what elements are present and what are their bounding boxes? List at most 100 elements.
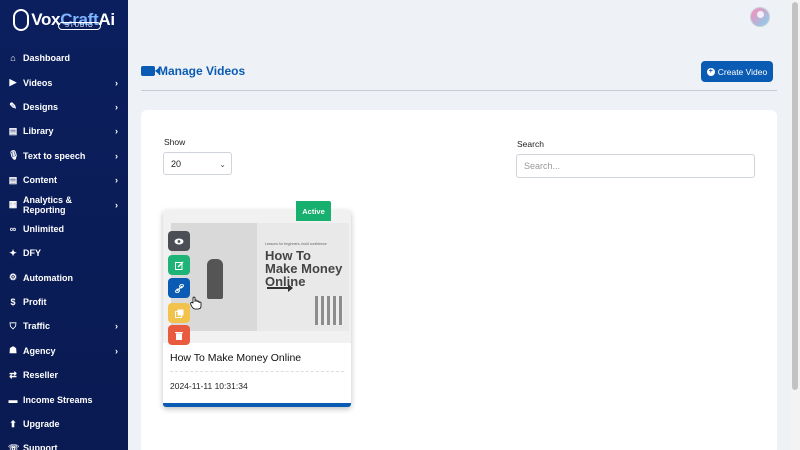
- sidebar-item-icon: ▶: [9, 77, 17, 88]
- sidebar-item-icon: 🎙: [8, 150, 20, 161]
- chevron-right-icon: ›: [115, 345, 118, 356]
- sidebar-item-icon: ⚙: [8, 272, 18, 283]
- sidebar-item-dashboard[interactable]: ⌂ Dashboard: [0, 46, 128, 70]
- sidebar-item-icon: ⌂: [10, 53, 16, 64]
- sidebar-item-content[interactable]: ▤ Content ›: [0, 168, 128, 192]
- link-button[interactable]: [168, 278, 190, 298]
- video-title[interactable]: How To Make Money Online: [170, 352, 301, 364]
- sidebar-item-upgrade[interactable]: ⬆ Upgrade: [0, 412, 128, 436]
- sidebar-item-automation[interactable]: ⚙ Automation: [0, 266, 128, 290]
- page-scrollbar[interactable]: [790, 0, 800, 450]
- chevron-right-icon: ›: [115, 126, 118, 137]
- card-separator: [170, 371, 344, 372]
- sidebar-item-label: Profit: [23, 297, 47, 308]
- sidebar-item-icon: ⛉: [9, 320, 17, 331]
- sidebar-item-text-to-speech[interactable]: 🎙 Text to speech ›: [0, 144, 128, 168]
- sidebar-item-label: Unlimited: [23, 223, 65, 234]
- edit-icon: [174, 261, 183, 270]
- sidebar-item-traffic[interactable]: ⛉ Traffic ›: [0, 314, 128, 338]
- sidebar-item-icon: ▤: [8, 174, 18, 185]
- sidebar-item-videos[interactable]: ▶ Videos ›: [0, 70, 128, 94]
- chevron-right-icon: ›: [115, 199, 118, 210]
- sidebar-item-label: Automation: [23, 272, 73, 283]
- sidebar-item-label: Agency: [23, 345, 56, 356]
- sidebar-item-icon: $: [10, 297, 16, 308]
- sidebar-item-agency[interactable]: ☗ Agency ›: [0, 339, 128, 363]
- search-label: Search: [517, 139, 544, 149]
- sidebar-item-label: Upgrade: [23, 419, 60, 430]
- chevron-right-icon: ›: [115, 150, 118, 161]
- create-video-button[interactable]: + Create Video: [701, 61, 773, 82]
- header-divider: [141, 90, 777, 91]
- sidebar-item-dfy[interactable]: ✦ DFY: [0, 241, 128, 265]
- sidebar-item-icon: ▬: [8, 394, 18, 405]
- arrow-right-icon: [267, 284, 293, 292]
- sidebar-item-label: Videos: [23, 77, 53, 88]
- sidebar-item-icon: ∞: [9, 223, 17, 234]
- copy-icon: [174, 309, 183, 318]
- qr-code-icon: [315, 296, 344, 325]
- main-content: Manage Videos + Create Video Show 20 ⌄ S…: [128, 0, 790, 450]
- search-placeholder: Search...: [524, 161, 561, 171]
- chevron-right-icon: ›: [115, 175, 118, 186]
- chevron-down-icon: ⌄: [219, 160, 226, 169]
- search-input[interactable]: Search...: [516, 154, 755, 178]
- video-date: 2024-11-11 10:31:34: [170, 381, 248, 391]
- edit-button[interactable]: [168, 255, 190, 275]
- create-video-label: Create Video: [717, 66, 768, 77]
- sidebar-item-label: Support: [23, 443, 58, 450]
- video-camera-icon: [141, 66, 160, 76]
- show-label: Show: [164, 137, 186, 147]
- user-avatar[interactable]: [750, 7, 770, 27]
- show-entries-value: 20: [171, 158, 182, 169]
- sidebar-item-label: Designs: [23, 101, 59, 112]
- mic-icon: [13, 9, 30, 31]
- chevron-right-icon: ›: [115, 77, 118, 88]
- logo[interactable]: VoxCraftAi STUDIO: [0, 0, 128, 40]
- thumbnail-headline: How To Make Money Online: [265, 248, 343, 289]
- link-icon: [174, 283, 184, 293]
- sidebar-item-label: Text to speech: [23, 150, 86, 161]
- sidebar-item-icon: ⇄: [9, 369, 17, 380]
- delete-button[interactable]: [168, 325, 190, 345]
- trash-icon: [175, 331, 183, 340]
- sidebar-item-icon: ☏: [8, 442, 20, 450]
- eye-icon: [174, 238, 184, 244]
- sidebar-item-icon: ✎: [9, 101, 17, 112]
- sidebar-item-label: Reseller: [23, 370, 59, 381]
- sidebar-item-reseller[interactable]: ⇄ Reseller: [0, 363, 128, 387]
- plus-circle-icon: +: [706, 67, 715, 76]
- sidebar-item-library[interactable]: ▤ Library ›: [0, 119, 128, 143]
- copy-button[interactable]: [168, 303, 190, 323]
- sidebar-item-unlimited[interactable]: ∞ Unlimited: [0, 217, 128, 241]
- sidebar: VoxCraftAi STUDIO ⌂ Dashboard ▶ Videos › ✎ Des…: [0, 0, 128, 450]
- page-title: Manage Videos: [141, 64, 245, 78]
- sidebar-item-icon: ✦: [9, 247, 17, 258]
- sidebar-item-label: Analytics & Reporting: [23, 194, 73, 215]
- sidebar-item-icon: ⬆: [9, 418, 17, 429]
- status-badge: Active: [296, 201, 331, 221]
- sidebar-nav: ⌂ Dashboard ▶ Videos › ✎ Designs › ▤ Library › 🎙 Tex…: [0, 46, 128, 450]
- show-entries-select[interactable]: 20 ⌄: [163, 152, 232, 175]
- videos-panel: Show 20 ⌄ Search Search... Lessons for b…: [141, 110, 777, 450]
- sidebar-item-label: Content: [23, 175, 57, 186]
- sidebar-item-profit[interactable]: $ Profit: [0, 290, 128, 314]
- sidebar-item-designs[interactable]: ✎ Designs ›: [0, 95, 128, 119]
- sidebar-item-label: DFY: [23, 248, 41, 259]
- view-button[interactable]: [168, 231, 190, 251]
- sidebar-item-label: Dashboard: [23, 53, 71, 64]
- chevron-right-icon: ›: [115, 321, 118, 332]
- sidebar-item-analytics-reporting[interactable]: ▦ Analytics & Reporting ›: [0, 192, 128, 216]
- sidebar-item-icon: ▦: [8, 199, 18, 210]
- sidebar-item-label: Traffic: [23, 321, 51, 332]
- thumbnail-caption: Lessons for beginners, build confidence: [265, 242, 327, 246]
- scrollbar-thumb[interactable]: [792, 2, 798, 390]
- card-accent-bar: [163, 403, 351, 407]
- sidebar-item-income-streams[interactable]: ▬ Income Streams: [0, 387, 128, 411]
- logo-subtitle: STUDIO: [58, 22, 101, 30]
- sidebar-item-label: Library: [23, 126, 54, 137]
- page-title-text: Manage Videos: [158, 64, 246, 78]
- video-thumbnail[interactable]: Lessons for beginners, build confidence …: [163, 210, 351, 343]
- sidebar-item-support[interactable]: ☏ Support: [0, 436, 128, 450]
- chevron-right-icon: ›: [115, 101, 118, 112]
